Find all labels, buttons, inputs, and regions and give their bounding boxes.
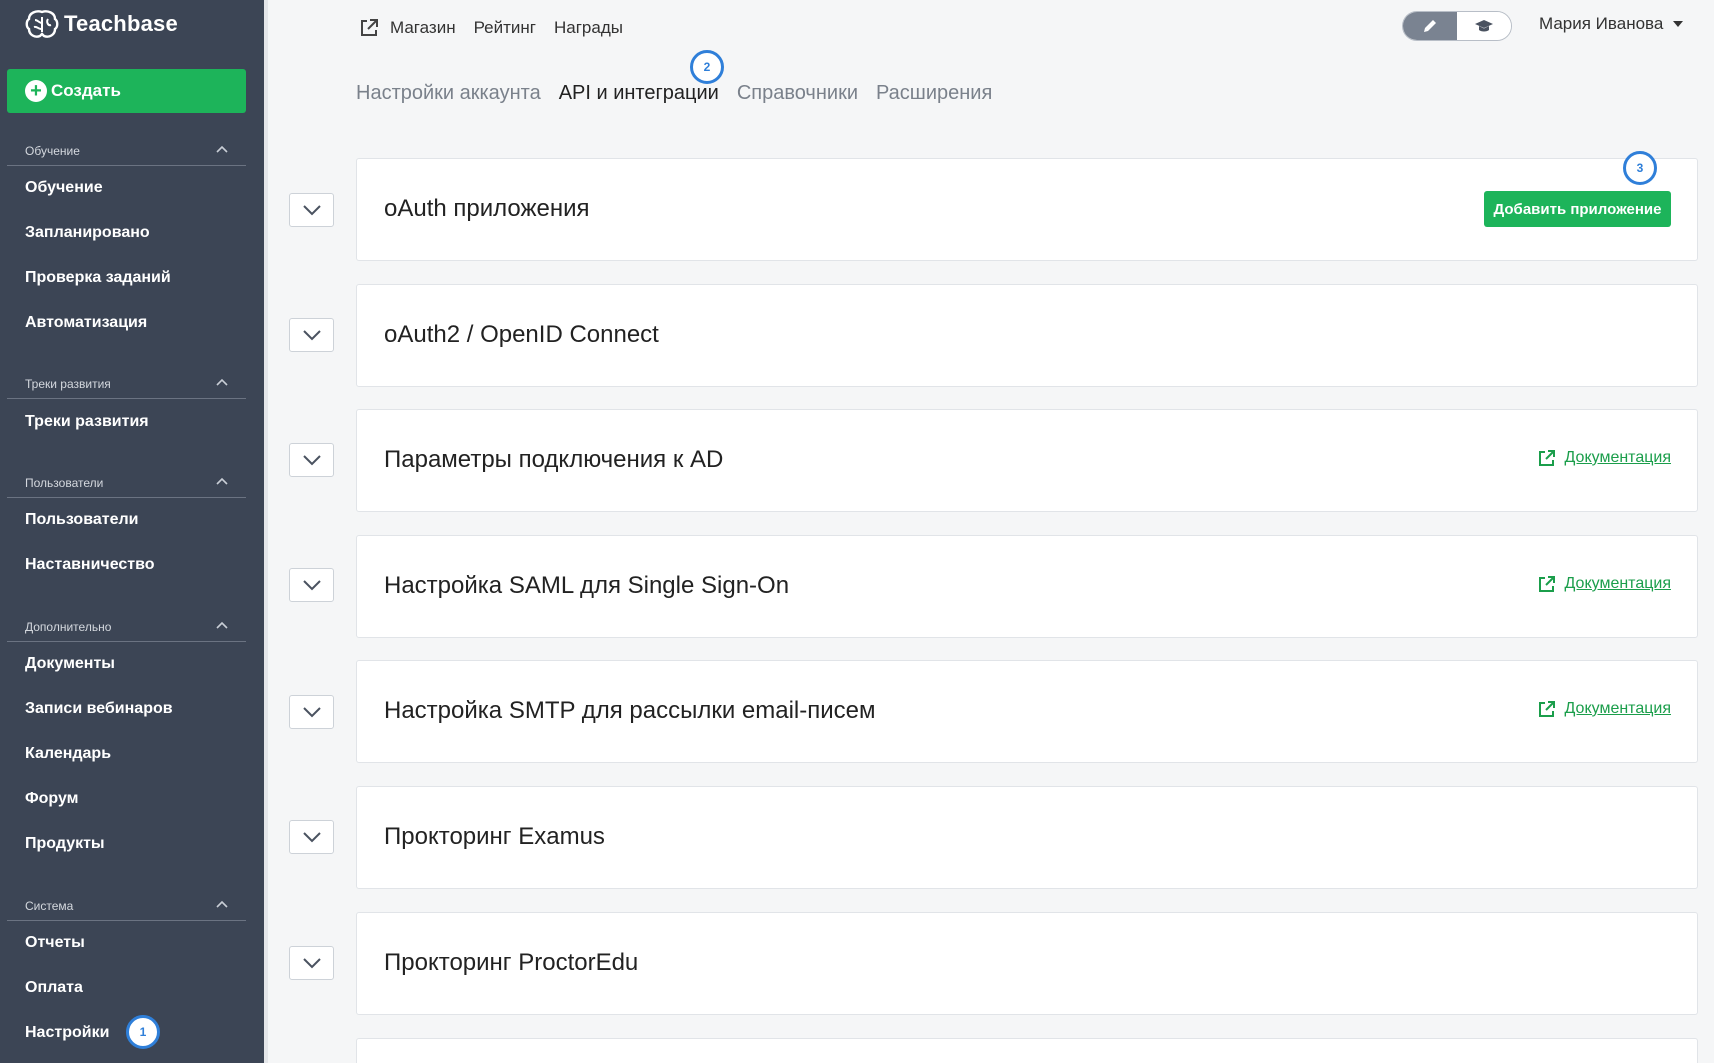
sidebar-section-system[interactable]: Система [7, 891, 246, 921]
graduation-cap-icon [1475, 20, 1493, 32]
chevron-down-icon [302, 958, 321, 969]
sidebar-item-documents[interactable]: Документы [25, 655, 115, 673]
chevron-down-icon [302, 580, 321, 591]
create-button-label: Создать [51, 81, 121, 100]
chevron-up-icon [216, 621, 228, 629]
expand-toggle-proctoredu[interactable] [289, 946, 334, 980]
sidebar-item-reports[interactable]: Отчеты [25, 934, 85, 952]
sidebar-section-title: Дополнительно [25, 620, 112, 634]
sidebar-section-title: Система [25, 899, 74, 913]
documentation-link[interactable]: Документация [1537, 448, 1671, 468]
external-link-icon [1538, 701, 1555, 717]
panel-title: oAuth приложения [384, 195, 590, 222]
expand-toggle-saml[interactable] [289, 568, 334, 602]
sidebar-section-tracks[interactable]: Треки развития [7, 369, 246, 399]
user-menu[interactable]: Мария Иванова [1539, 14, 1684, 34]
panel-oauth2-openid: oAuth2 / OpenID Connect [356, 284, 1698, 387]
chevron-up-icon [216, 477, 228, 485]
expand-toggle-examus[interactable] [289, 820, 334, 854]
chevron-down-icon [302, 832, 321, 843]
panel-title: Параметры подключения к AD [384, 446, 724, 473]
sidebar-item-settings[interactable]: Настройки [25, 1024, 109, 1042]
tab-directories[interactable]: Справочники [737, 82, 858, 105]
documentation-label: Документация [1564, 575, 1671, 592]
sidebar-item-mentoring[interactable]: Наставничество [25, 556, 155, 574]
sidebar-item-forum[interactable]: Форум [25, 790, 79, 808]
sidebar-section-users[interactable]: Пользователи [7, 468, 246, 498]
sidebar-item-calendar[interactable]: Календарь [25, 745, 111, 763]
panel-proctoring-examus: Прокторинг Examus [356, 786, 1698, 889]
panel-saml-sso: Настройка SAML для Single Sign-On Докуме… [356, 535, 1698, 638]
brain-logo-icon [25, 10, 59, 38]
step-badge-3: 3 [1623, 151, 1657, 185]
sidebar-item-webinar-records[interactable]: Записи вебинаров [25, 700, 173, 718]
sidebar-section-additional[interactable]: Дополнительно [7, 612, 246, 642]
sidebar-item-automation[interactable]: Автоматизация [25, 314, 147, 332]
external-link-icon [1538, 576, 1555, 592]
sidebar-item-users[interactable]: Пользователи [25, 511, 138, 529]
panel-partial [356, 1038, 1698, 1063]
expand-toggle-oauth[interactable] [289, 193, 334, 227]
sidebar-item-products[interactable]: Продукты [25, 835, 105, 853]
documentation-label: Документация [1564, 700, 1671, 717]
sidebar-section-title: Обучение [25, 144, 80, 158]
sidebar-scrollbar[interactable] [264, 0, 268, 1063]
chevron-up-icon [216, 378, 228, 386]
sidebar-section-title: Пользователи [25, 476, 104, 490]
step-badge-1: 1 [126, 1015, 160, 1049]
external-link-icon [1538, 450, 1555, 466]
sidebar-item-task-review[interactable]: Проверка заданий [25, 269, 171, 287]
add-app-button[interactable]: Добавить приложение [1484, 191, 1671, 227]
panel-oauth-apps: oAuth приложения Добавить приложение [356, 158, 1698, 261]
create-button[interactable]: + Создать [7, 69, 246, 113]
top-nav: Магазин Рейтинг Награды [358, 14, 641, 42]
chevron-up-icon [216, 145, 228, 153]
pencil-icon [1424, 20, 1436, 32]
edit-mode-button[interactable] [1403, 12, 1457, 40]
sidebar-item-payment[interactable]: Оплата [25, 979, 83, 997]
chevron-down-icon [302, 330, 321, 341]
logo-text: Teachbase [64, 11, 178, 36]
documentation-label: Документация [1564, 449, 1671, 466]
chevron-down-icon [302, 205, 321, 216]
top-link-awards[interactable]: Награды [554, 18, 623, 38]
sidebar-item-scheduled[interactable]: Запланировано [25, 224, 150, 242]
chevron-up-icon [216, 900, 228, 908]
sidebar: Teachbase + Создать Обучение Обучение За… [0, 0, 264, 1063]
panel-title: Настройка SMTP для рассылки email-писем [384, 697, 876, 724]
chevron-down-icon [302, 707, 321, 718]
panel-title: oAuth2 / OpenID Connect [384, 321, 659, 348]
sidebar-section-title: Треки развития [25, 377, 111, 391]
top-link-rating[interactable]: Рейтинг [474, 18, 536, 38]
expand-toggle-ad[interactable] [289, 443, 334, 477]
expand-toggle-smtp[interactable] [289, 695, 334, 729]
documentation-link[interactable]: Документация [1537, 699, 1671, 719]
tab-extensions[interactable]: Расширения [876, 82, 992, 105]
tab-account-settings[interactable]: Настройки аккаунта [356, 82, 541, 105]
logo[interactable]: Teachbase [24, 8, 178, 40]
panel-proctoring-proctoredu: Прокторинг ProctorEdu [356, 912, 1698, 1015]
top-link-shop[interactable]: Магазин [390, 18, 456, 38]
plus-icon: + [25, 80, 47, 102]
panel-title: Прокторинг ProctorEdu [384, 949, 639, 976]
settings-tabs: Настройки аккаунта API и интеграции Спра… [356, 82, 1010, 105]
documentation-link[interactable]: Документация [1537, 574, 1671, 594]
user-name: Мария Иванова [1539, 14, 1664, 33]
sidebar-item-learning[interactable]: Обучение [25, 179, 103, 197]
step-badge-2: 2 [690, 50, 724, 84]
panel-title: Прокторинг Examus [384, 823, 605, 850]
student-mode-button[interactable] [1457, 12, 1511, 40]
tab-api-integrations[interactable]: API и интеграции [559, 82, 719, 105]
panel-smtp: Настройка SMTP для рассылки email-писем … [356, 660, 1698, 763]
caret-down-icon [1673, 21, 1684, 27]
panel-title: Настройка SAML для Single Sign-On [384, 572, 790, 599]
mode-toggle [1402, 11, 1512, 41]
panel-ad-connection: Параметры подключения к AD Документация [356, 409, 1698, 512]
sidebar-section-learning[interactable]: Обучение [7, 136, 246, 166]
external-link-icon [361, 19, 378, 36]
expand-toggle-oauth2[interactable] [289, 318, 334, 352]
sidebar-item-tracks[interactable]: Треки развития [25, 413, 149, 431]
chevron-down-icon [302, 455, 321, 466]
